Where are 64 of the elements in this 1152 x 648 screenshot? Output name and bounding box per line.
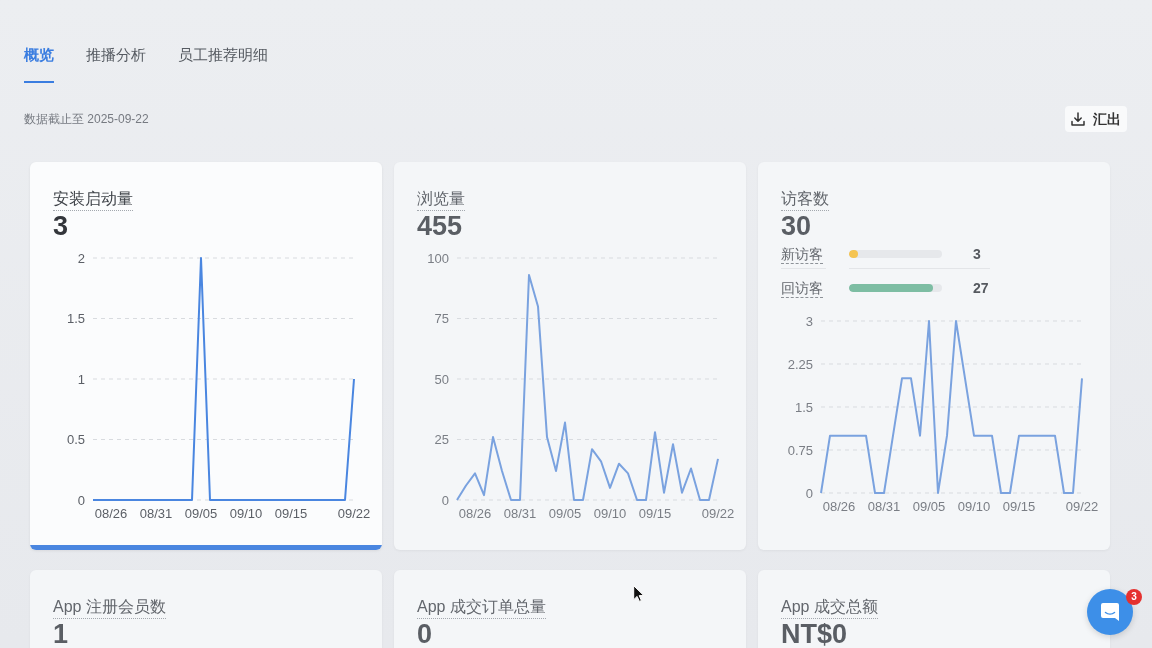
x-axis-label: 08/26: [822, 499, 856, 514]
y-axis-label: 0.5: [66, 432, 85, 447]
metric-value: 1: [53, 623, 69, 645]
card-title: 浏览量: [417, 188, 465, 211]
breakdown-label: 回访客: [781, 278, 823, 298]
x-axis-label: 08/26: [94, 506, 128, 521]
metric-value: NT$0: [781, 623, 848, 645]
data-cutoff-note: 数据截止至 2025-09-22: [24, 111, 149, 127]
y-axis-label: 75: [434, 311, 449, 326]
y-axis-label: 1: [77, 371, 85, 387]
x-axis-label: 09/10: [957, 499, 991, 514]
download-icon: [1071, 112, 1085, 126]
x-axis-label: 08/26: [458, 506, 492, 521]
metric-value: 3: [53, 215, 69, 237]
metric-card[interactable]: 浏览量 455 0 25 50 75 100 08/26 08/31 09/05 09/10 09/15 09/22: [394, 162, 746, 550]
breakdown-label: 新访客: [781, 244, 823, 264]
metric-value: 0: [417, 623, 433, 645]
tab[interactable]: 概览: [24, 44, 54, 83]
card-title: App 注册会员数: [53, 596, 166, 619]
mouse-cursor-icon: [633, 585, 644, 602]
y-axis-label: 25: [434, 432, 449, 447]
x-axis-label: 08/31: [503, 506, 537, 521]
metric-value: 30: [781, 215, 812, 237]
x-axis-label: 09/05: [548, 506, 582, 521]
y-axis-label: 0.75: [787, 442, 813, 458]
x-axis-label: 09/15: [274, 506, 308, 521]
y-axis-label: 0: [805, 485, 813, 501]
x-axis-label: 09/10: [593, 506, 627, 521]
y-axis-label: 1.5: [66, 311, 85, 326]
tab[interactable]: 员工推荐明细: [178, 44, 268, 83]
card-title: App 成交总额: [781, 596, 878, 619]
y-axis-label: 3: [805, 313, 813, 329]
chat-icon: [1100, 602, 1120, 622]
y-axis-label: 0: [441, 492, 449, 508]
y-axis-label: 0: [77, 492, 85, 508]
metric-card[interactable]: App 注册会员数 1: [30, 570, 382, 648]
notification-badge: 3: [1126, 589, 1142, 605]
breakdown-count: 3: [973, 245, 981, 263]
x-axis-label: 09/22: [1065, 499, 1099, 514]
x-axis-label: 09/22: [701, 506, 735, 521]
export-button[interactable]: 汇出: [1065, 106, 1127, 132]
y-axis-label: 2.25: [787, 356, 813, 372]
x-axis-label: 09/10: [229, 506, 263, 521]
x-axis-label: 09/05: [912, 499, 946, 514]
breakdown-count: 27: [973, 279, 989, 297]
card-title: 安装启动量: [53, 188, 133, 211]
card-title: App 成交订单总量: [417, 596, 546, 619]
metric-card[interactable]: App 成交总额 NT$0: [758, 570, 1110, 648]
y-axis-label: 2: [77, 250, 85, 266]
x-axis-label: 08/31: [139, 506, 173, 521]
x-axis-label: 08/31: [867, 499, 901, 514]
x-axis-label: 09/22: [337, 506, 371, 521]
metric-value: 455: [417, 215, 463, 237]
metric-card[interactable]: 安装启动量 3 0 0.5 1 1.5 2 08/26 08/31 09/05 09/10 09/15 09/22: [30, 162, 382, 550]
y-axis-label: 100: [427, 250, 449, 266]
y-axis-label: 1.5: [794, 399, 813, 415]
x-axis-label: 09/15: [1002, 499, 1036, 514]
metric-card[interactable]: App 成交订单总量 0: [394, 570, 746, 648]
metric-card[interactable]: 访客数 30 新访客 3 回访客 27 0 0.75 1.5 2.25 3 08/26 08/31 09/05 09/10 09/15 09/22: [758, 162, 1110, 550]
card-title: 访客数: [781, 188, 829, 211]
x-axis-label: 09/05: [184, 506, 218, 521]
x-axis-label: 09/15: [638, 506, 672, 521]
tab[interactable]: 推播分析: [86, 44, 146, 83]
y-axis-label: 50: [434, 371, 449, 387]
